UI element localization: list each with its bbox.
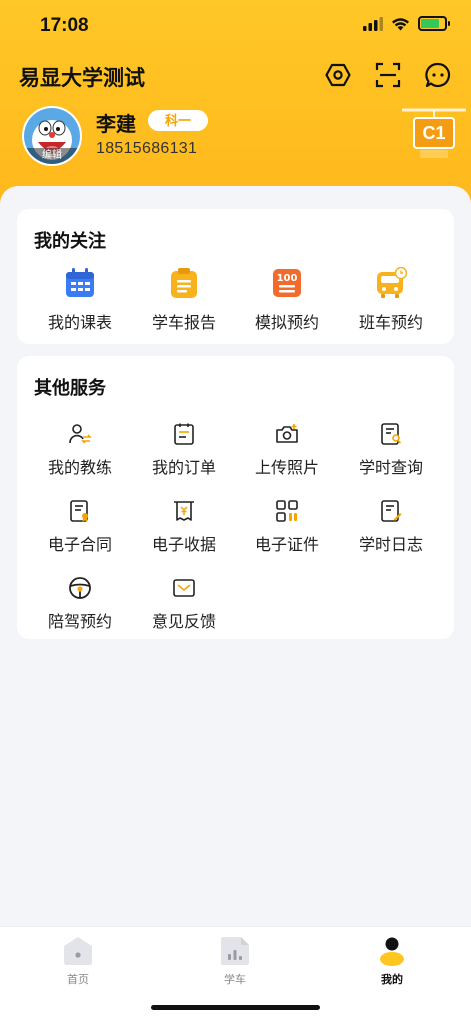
hours-query-icon (381, 423, 402, 445)
tab-mine[interactable]: 我的 (342, 935, 442, 987)
home-icon (64, 937, 92, 965)
service-item-receipt[interactable]: 电子收据 (134, 499, 234, 555)
level-badge: 科一 (148, 110, 208, 131)
services-card: 其他服务 我的教练 我的订单 上传照片 学时查询 电子合同 电子收据 电子证件 … (17, 356, 454, 639)
avatar[interactable]: 编辑 (22, 106, 82, 166)
service-item-label: 电子证件 (254, 537, 319, 554)
service-item-label: 陪驾预约 (47, 614, 112, 631)
camera-upload-icon (276, 424, 298, 443)
service-item-label: 我的教练 (47, 460, 112, 477)
steering-wheel-icon (69, 577, 91, 599)
message-icon[interactable] (423, 60, 453, 90)
services-card-title: 其他服务 (34, 378, 106, 398)
follow-item-label: 我的课表 (47, 315, 112, 332)
tab-learn[interactable]: 学车 (185, 935, 285, 987)
tab-home[interactable]: 首页 (28, 935, 128, 987)
status-icons (363, 16, 450, 31)
score-100-icon: 100 (273, 269, 301, 297)
status-bar: 17:08 (0, 0, 471, 52)
app-title: 易显大学测试 (19, 67, 145, 90)
tab-label: 学车 (224, 974, 246, 986)
follow-item-shuttle[interactable]: 班车预约 (341, 267, 441, 333)
header-actions (323, 60, 453, 90)
follow-card-title: 我的关注 (34, 231, 106, 251)
report-clipboard-icon (171, 268, 197, 298)
status-time: 17:08 (40, 15, 89, 36)
follow-item-label: 班车预约 (358, 315, 423, 332)
user-name: 李建 (96, 114, 136, 136)
follow-item-mock-booking[interactable]: 100 模拟预约 (237, 267, 337, 333)
tab-label: 首页 (67, 974, 89, 986)
service-item-label: 学时查询 (358, 460, 423, 477)
follow-item-report[interactable]: 学车报告 (134, 267, 234, 333)
calendar-icon (66, 268, 94, 297)
receipt-icon (174, 501, 194, 521)
feedback-mail-icon (173, 579, 195, 597)
license-class: C1 (422, 123, 446, 143)
service-item-contract[interactable]: 电子合同 (30, 499, 130, 555)
avatar-edit-label[interactable]: 编辑 (24, 148, 80, 164)
service-item-label: 电子合同 (47, 537, 112, 554)
scan-icon[interactable] (373, 60, 403, 90)
service-item-accompany-booking[interactable]: 陪驾预约 (30, 576, 130, 632)
service-item-label: 学时日志 (358, 537, 423, 554)
cellular-signal-icon (363, 16, 383, 31)
learn-chart-icon (221, 937, 249, 965)
service-item-label: 上传照片 (254, 460, 319, 477)
profile-icon (380, 937, 404, 966)
user-phone: 18515686131 (96, 140, 198, 157)
follow-card: 我的关注 我的课表 学车报告 100 模拟预约 班车预约 (17, 209, 454, 344)
order-icon (174, 423, 194, 445)
follow-item-schedule[interactable]: 我的课表 (30, 267, 130, 333)
wifi-icon (392, 17, 409, 30)
follow-item-label: 学车报告 (151, 315, 216, 332)
service-item-label: 电子收据 (151, 537, 216, 554)
svg-text:100: 100 (277, 273, 298, 284)
follow-item-label: 模拟预约 (254, 315, 319, 332)
service-item-orders[interactable]: 我的订单 (134, 422, 234, 478)
home-indicator[interactable] (151, 1005, 320, 1010)
battery-icon (418, 16, 450, 31)
contract-icon (70, 500, 88, 522)
id-card-grid-icon (276, 500, 298, 522)
service-item-label: 我的订单 (151, 460, 216, 477)
hours-log-icon (381, 500, 402, 522)
tab-label: 我的 (381, 974, 403, 986)
shuttle-bus-icon (377, 267, 407, 298)
service-item-hours-log[interactable]: 学时日志 (341, 499, 441, 555)
service-item-id-card[interactable]: 电子证件 (237, 499, 337, 555)
coach-icon (69, 424, 92, 444)
service-item-label: 意见反馈 (151, 614, 216, 631)
service-item-coach[interactable]: 我的教练 (30, 422, 130, 478)
settings-hexagon-icon[interactable] (323, 60, 353, 90)
license-badge[interactable]: C1 (402, 104, 466, 164)
service-item-hours-query[interactable]: 学时查询 (341, 422, 441, 478)
service-item-feedback[interactable]: 意见反馈 (134, 576, 234, 632)
service-item-upload-photo[interactable]: 上传照片 (237, 422, 337, 478)
